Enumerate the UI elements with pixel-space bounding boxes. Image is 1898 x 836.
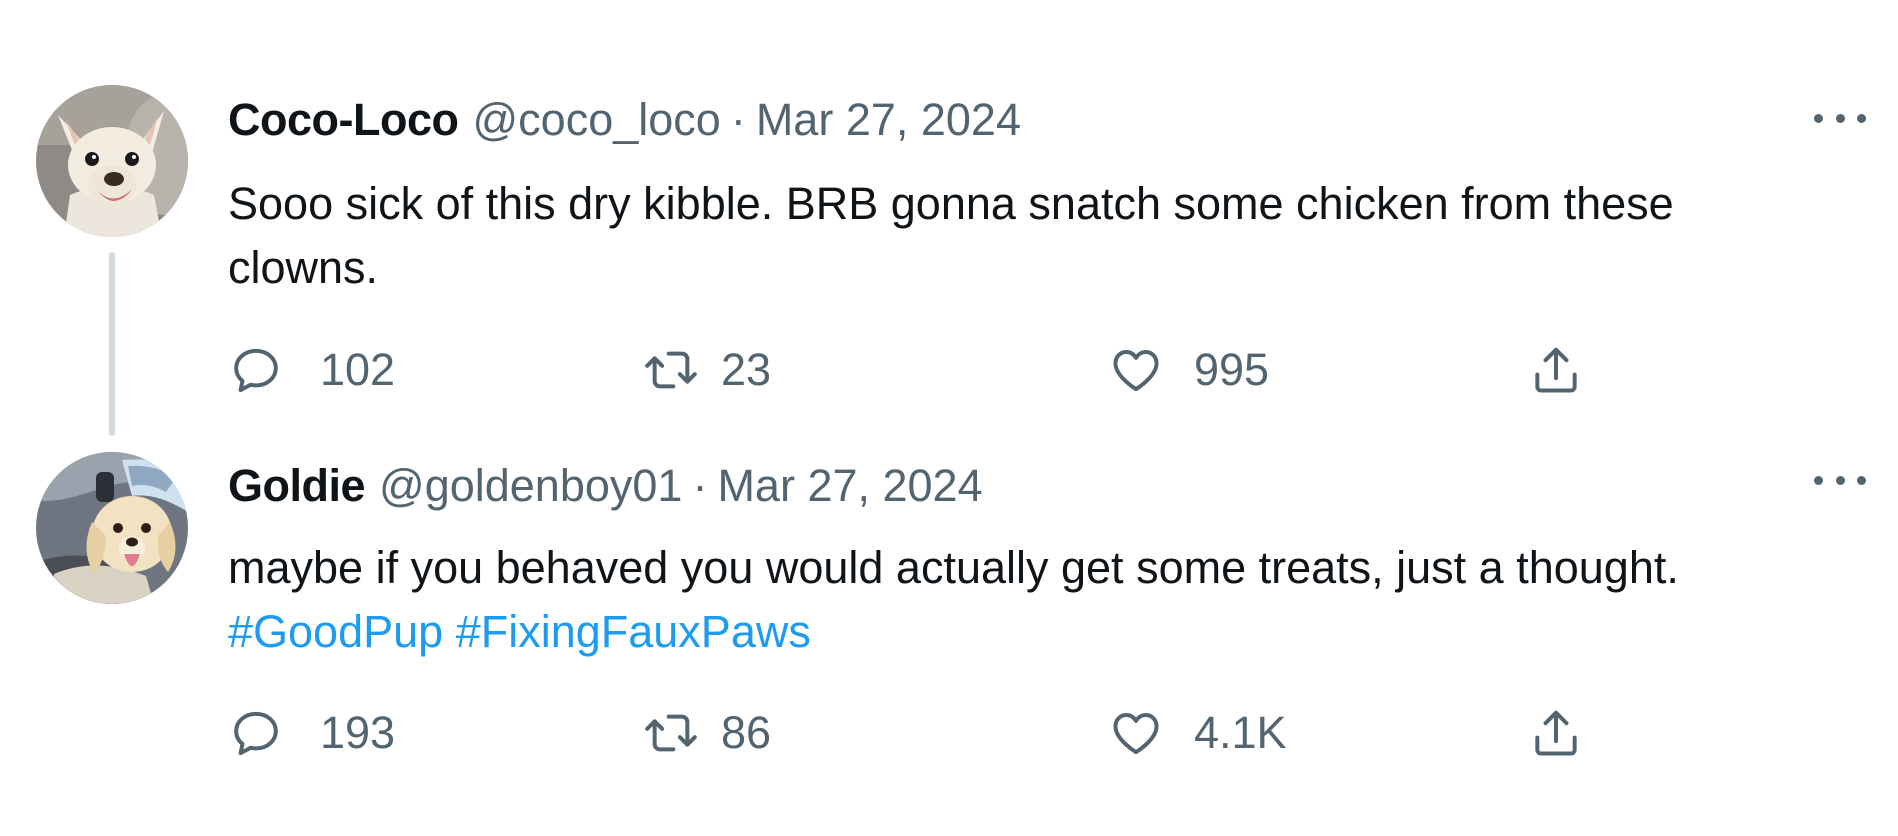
retweet-count: 23	[721, 344, 772, 395]
tweet[interactable]: Goldie @goldenboy01 · Mar 27, 2024 maybe…	[0, 440, 1898, 836]
tweet-text: maybe if you behaved you would actually …	[228, 536, 1848, 664]
more-icon[interactable]	[1814, 98, 1866, 138]
share-icon	[1535, 710, 1577, 756]
author-display-name[interactable]: Coco-Loco	[228, 94, 459, 146]
tweet-text-line: Sooo sick of this dry kibble. BRB gonna …	[228, 178, 1674, 229]
avatar[interactable]	[36, 452, 188, 604]
tweet[interactable]: Coco-Loco @coco_loco · Mar 27, 2024 Sooo…	[0, 0, 1898, 440]
tweet-header: Coco-Loco @coco_loco · Mar 27, 2024	[228, 90, 1021, 150]
chihuahua-avatar	[36, 85, 188, 237]
more-icon[interactable]	[1814, 460, 1866, 500]
tweet-text: Sooo sick of this dry kibble. BRB gonna …	[228, 172, 1848, 300]
author-handle[interactable]: @coco_loco	[472, 94, 720, 146]
like-button[interactable]: 995	[1108, 335, 1269, 405]
header-separator: ·	[730, 94, 746, 145]
like-button[interactable]: 4.1K	[1108, 698, 1287, 768]
reply-button[interactable]: 102	[228, 335, 395, 405]
thread-connector	[109, 252, 115, 436]
tweet-header: Goldie @goldenboy01 · Mar 27, 2024	[228, 456, 983, 516]
hashtag-link[interactable]: #GoodPup	[228, 606, 443, 657]
reply-button[interactable]: 193	[228, 698, 395, 768]
hashtag-link[interactable]: #FixingFauxPaws	[456, 606, 811, 657]
tweet-date[interactable]: Mar 27, 2024	[717, 460, 982, 512]
tweet-actions: 193 86 4.1K	[228, 698, 1628, 768]
avatar[interactable]	[36, 85, 188, 237]
retweet-button[interactable]: 86	[643, 698, 771, 768]
retweet-icon	[645, 351, 697, 389]
share-icon	[1535, 347, 1577, 393]
like-count: 995	[1194, 344, 1270, 395]
share-button[interactable]	[1528, 698, 1584, 768]
author-display-name[interactable]: Goldie	[228, 460, 366, 512]
author-handle[interactable]: @goldenboy01	[379, 460, 682, 512]
reply-icon	[234, 711, 278, 756]
heart-icon	[1113, 713, 1159, 755]
retweet-count: 86	[721, 707, 772, 758]
hashtag-line: #GoodPup #FixingFauxPaws	[228, 600, 1848, 664]
retweet-button[interactable]: 23	[643, 335, 771, 405]
tweet-actions: 102 23 995	[228, 335, 1628, 405]
like-count: 4.1K	[1194, 707, 1287, 758]
tweet-date[interactable]: Mar 27, 2024	[756, 94, 1021, 146]
tweet-text-line: clowns.	[228, 242, 379, 293]
retweet-icon	[645, 714, 697, 752]
header-separator: ·	[692, 460, 708, 511]
tweet-text-line: maybe if you behaved you would actually …	[228, 542, 1679, 593]
tweet-thread: Coco-Loco @coco_loco · Mar 27, 2024 Sooo…	[0, 0, 1898, 836]
reply-count: 193	[320, 707, 396, 758]
heart-icon	[1113, 350, 1159, 392]
reply-icon	[234, 348, 278, 393]
reply-count: 102	[320, 344, 396, 395]
golden-puppy-avatar	[36, 452, 188, 604]
share-button[interactable]	[1528, 335, 1584, 405]
